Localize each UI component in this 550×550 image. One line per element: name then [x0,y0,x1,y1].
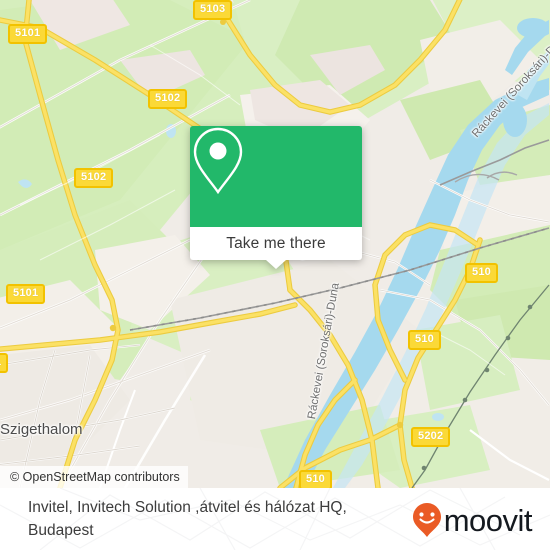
map-pin-icon [193,127,243,195]
page-title: Invitel, Invitech Solution ,átvitel és h… [28,499,347,539]
road-shield[interactable]: 5202 [411,427,451,447]
popup-tail [266,260,286,269]
road-shield[interactable]: 1 [0,353,9,373]
location-popup[interactable]: Take me there [190,126,362,269]
road-shield[interactable]: 5101 [6,284,46,304]
road-shield[interactable]: 5102 [148,89,188,109]
screenshot-root: 5101 5103 5102 5102 5101 1 510 510 5202 … [0,0,550,550]
popup-pin-area [190,126,362,227]
moovit-wordmark: moovit [443,502,533,538]
road-shield[interactable]: 5103 [193,0,233,20]
moovit-pin-icon [412,503,441,537]
take-me-there-button[interactable]: Take me there [190,227,362,260]
road-shield[interactable]: 5101 [8,24,48,44]
osm-attribution[interactable]: © OpenStreetMap contributors [0,466,188,488]
road-shield[interactable]: 510 [408,330,441,350]
road-shield[interactable]: 5102 [74,168,114,188]
moovit-logo[interactable]: moovit [412,502,533,538]
road-shield[interactable]: 510 [465,263,498,283]
place-label-szigethalom: Szigethalom [0,421,83,438]
take-me-there-label: Take me there [226,234,326,252]
footer-bar: Invitel, Invitech Solution ,átvitel és h… [0,488,550,550]
map-canvas[interactable]: 5101 5103 5102 5102 5101 1 510 510 5202 … [0,0,550,488]
road-shield[interactable]: 510 [299,470,332,488]
